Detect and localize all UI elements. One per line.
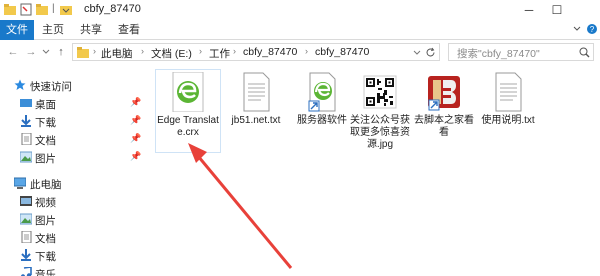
video-icon [20, 196, 32, 206]
music-icon [20, 267, 32, 276]
folder-icon [77, 47, 89, 58]
pin-icon[interactable]: 📌 [130, 133, 141, 144]
breadcrumb-drive-e[interactable]: 文档 (E:) [151, 46, 192, 61]
picture-icon [20, 151, 32, 163]
svg-text:?: ? [590, 25, 595, 34]
search-icon[interactable] [579, 47, 590, 58]
recent-locations-icon[interactable] [42, 48, 50, 56]
address-dropdown-icon[interactable] [413, 49, 421, 57]
pin-icon[interactable]: 📌 [130, 115, 141, 126]
refresh-icon[interactable] [425, 47, 436, 58]
maximize-button[interactable]: ☐ [543, 0, 571, 20]
text-file-icon [236, 72, 276, 112]
nav-label: 快速访问 [30, 81, 72, 93]
qr-code-icon [360, 72, 400, 112]
sidebar-item-music[interactable]: 音乐 [0, 264, 150, 276]
breadcrumb-this-pc[interactable]: 此电脑 [101, 46, 133, 61]
navigation-pane: 快速访问 桌面 📌 下载 📌 文档 📌 图片 📌 此电脑 视频 图片 文档 下载… [0, 64, 150, 276]
chevron-down-icon[interactable] [572, 23, 582, 35]
tab-file[interactable]: 文件 [0, 20, 34, 40]
file-item-jb51-shortcut[interactable]: 去脚本之家看看 [412, 70, 476, 139]
sidebar-item-downloads-pc[interactable]: 下载 [0, 246, 150, 264]
nav-label: 图片 [35, 153, 56, 165]
tab-home[interactable]: 主页 [38, 20, 68, 40]
file-item-qr-image[interactable]: 关注公众号获取更多惊喜资源.jpg [348, 70, 412, 151]
tab-view[interactable]: 查看 [114, 20, 144, 40]
text-file-icon [488, 72, 528, 112]
file-name: 使用说明.txt [481, 115, 535, 126]
desktop-icon [20, 99, 32, 107]
nav-label: 音乐 [35, 269, 56, 276]
nav-label: 图片 [35, 215, 56, 227]
breadcrumb-separator: › [141, 46, 144, 56]
breadcrumb-work[interactable]: 工作 [209, 46, 230, 61]
sidebar-item-desktop[interactable]: 桌面 📌 [0, 94, 150, 112]
breadcrumb-cbfy-current[interactable]: cbfy_87470 [315, 46, 369, 58]
file-list: Edge Translate.crx jb51.net.txt 服务器软件 关注… [150, 64, 600, 276]
search-icon [450, 48, 456, 57]
new-folder-icon[interactable] [36, 3, 48, 16]
minimize-button[interactable]: ─ [515, 0, 543, 20]
download-icon [21, 115, 31, 127]
sidebar-item-videos[interactable]: 视频 [0, 192, 150, 210]
title-bar: | cbfy_87470 ─ ☐ [0, 0, 600, 20]
back-button[interactable]: ← [6, 44, 20, 60]
document-icon [21, 133, 32, 145]
file-item-server-software[interactable]: 服务器软件 [290, 70, 354, 127]
up-button[interactable]: ↑ [54, 44, 68, 60]
sidebar-item-pictures[interactable]: 图片 📌 [0, 148, 150, 166]
star-icon [14, 79, 26, 90]
breadcrumb-cbfy-parent[interactable]: cbfy_87470 [243, 46, 297, 58]
nav-label: 此电脑 [30, 179, 62, 191]
window-title: cbfy_87470 [84, 3, 141, 15]
file-name: jb51.net.txt [231, 115, 281, 126]
sidebar-item-pictures-pc[interactable]: 图片 [0, 210, 150, 228]
breadcrumb-separator: › [93, 46, 96, 56]
edge-icon [302, 72, 342, 112]
document-icon [21, 231, 32, 243]
search-placeholder: 搜索"cbfy_87470" [457, 48, 540, 60]
file-item-jb51-txt[interactable]: jb51.net.txt [224, 70, 288, 127]
file-name: 关注公众号获取更多惊喜资源.jpg [350, 115, 410, 150]
nav-quick-access[interactable]: 快速访问 [0, 76, 150, 94]
file-name: Edge Translate.crx [157, 115, 219, 138]
folder-icon [4, 4, 16, 15]
nav-this-pc[interactable]: 此电脑 [0, 174, 150, 192]
file-item-readme-txt[interactable]: 使用说明.txt [476, 70, 540, 127]
breadcrumb-separator: › [233, 46, 236, 56]
search-input[interactable]: 搜索"cbfy_87470" [448, 43, 594, 61]
breadcrumb-separator: › [305, 46, 308, 56]
ribbon-tabs: 文件 主页 共享 查看 ? [0, 20, 600, 40]
pin-icon[interactable]: 📌 [130, 97, 141, 108]
file-name: 去脚本之家看看 [414, 115, 474, 138]
nav-label: 文档 [35, 135, 56, 147]
jb51-logo-icon [424, 72, 464, 112]
breadcrumb-separator: › [199, 46, 202, 56]
nav-label: 下载 [35, 117, 56, 129]
computer-icon [14, 177, 26, 189]
sidebar-item-downloads[interactable]: 下载 📌 [0, 112, 150, 130]
customize-toolbar-icon[interactable] [60, 3, 72, 16]
file-name: 服务器软件 [297, 115, 347, 126]
nav-label: 视频 [35, 197, 56, 209]
nav-label: 下载 [35, 251, 56, 263]
picture-icon [20, 213, 32, 225]
nav-label: 桌面 [35, 99, 56, 111]
properties-icon[interactable] [20, 3, 32, 16]
nav-label: 文档 [35, 233, 56, 245]
forward-button[interactable]: → [24, 44, 38, 60]
address-bar[interactable]: › 此电脑 › 文档 (E:) › 工作 › cbfy_87470 › cbfy… [72, 43, 440, 61]
address-row: ← → ↑ › 此电脑 › 文档 (E:) › 工作 › cbfy_87470 … [0, 40, 600, 64]
help-icon[interactable]: ? [586, 23, 598, 35]
sidebar-item-documents[interactable]: 文档 📌 [0, 130, 150, 148]
edge-icon [168, 71, 208, 113]
sidebar-item-documents-pc[interactable]: 文档 [0, 228, 150, 246]
download-icon [21, 249, 31, 261]
pin-icon[interactable]: 📌 [130, 151, 141, 162]
tab-share[interactable]: 共享 [76, 20, 106, 40]
quick-access-separator: | [52, 3, 55, 14]
file-item-edge-translate[interactable]: Edge Translate.crx [155, 69, 221, 153]
